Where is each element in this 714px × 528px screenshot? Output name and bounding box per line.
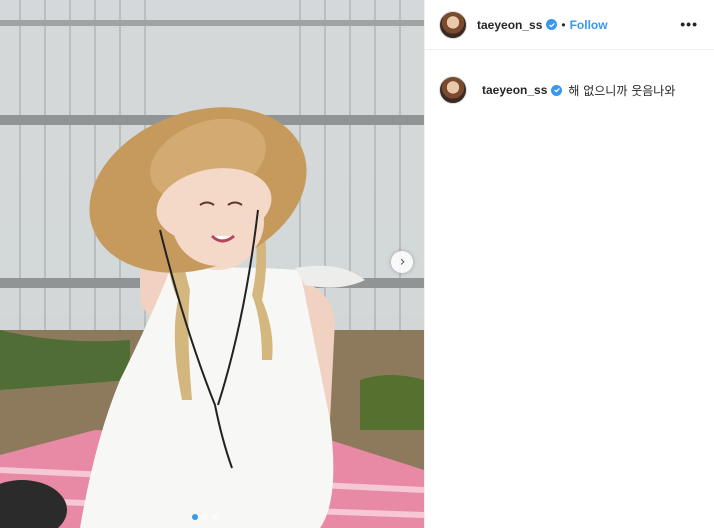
more-options-icon[interactable]: •••	[680, 16, 698, 32]
header-username[interactable]: taeyeon_ss	[477, 18, 542, 32]
header-separator: •	[561, 17, 566, 32]
verified-badge-icon	[546, 19, 558, 30]
carousel-dot-2	[202, 514, 208, 520]
carousel-indicator	[192, 514, 218, 520]
post-header: taeyeon_ss • Follow •••	[425, 0, 714, 50]
caption-comment: taeyeon_ss 해 없으니까 웃음나와	[425, 76, 714, 104]
chevron-right-icon: ›	[399, 254, 406, 270]
post-side-panel: taeyeon_ss • Follow ••• taeyeon_ss 해 없으니…	[424, 0, 714, 528]
post-photo[interactable]: ›	[0, 0, 424, 528]
carousel-next-button[interactable]: ›	[391, 251, 413, 273]
caption-text: 해 없으니까 웃음나와	[568, 83, 676, 98]
avatar[interactable]	[439, 10, 467, 39]
comment-verified-badge-icon	[551, 84, 563, 96]
comment-username[interactable]: taeyeon_ss	[482, 83, 547, 97]
carousel-dot-3	[212, 514, 218, 520]
carousel-dot-1	[192, 514, 198, 520]
photo-scene	[0, 0, 424, 528]
follow-button[interactable]: Follow	[570, 18, 608, 32]
comment-avatar[interactable]	[439, 76, 467, 104]
